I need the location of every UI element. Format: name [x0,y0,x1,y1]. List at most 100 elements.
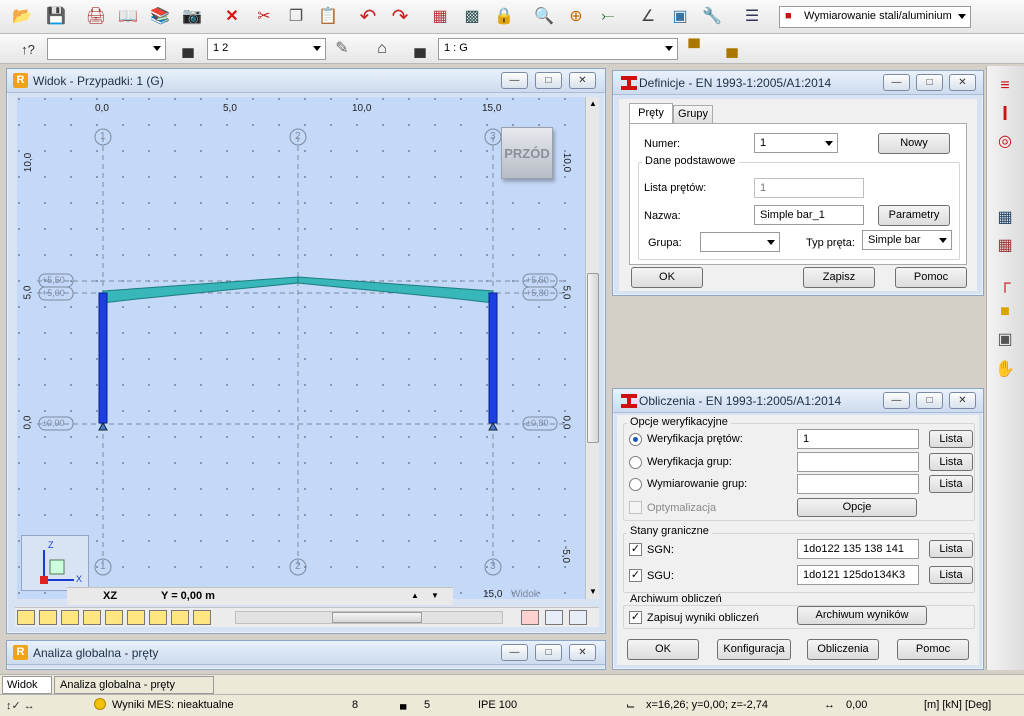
weryfikacja-grup-radio[interactable] [629,456,642,469]
optymalizacja-checkbox[interactable] [629,501,642,514]
minimize-button[interactable]: — [501,72,528,89]
frame-icon[interactable]: ⌂ [370,37,394,61]
results-icon[interactable]: ☰ [740,5,764,29]
display-releases-icon[interactable] [127,610,145,625]
wymiarowanie-grup-radio[interactable] [629,478,642,491]
angle-section-icon[interactable]: ┌ [993,272,1017,296]
box-icon[interactable]: ■ [993,300,1017,324]
zapisz-button[interactable]: Zapisz [803,267,875,288]
screenshot-icon[interactable]: 📷 [180,5,204,29]
weryfikacja-grup-field[interactable] [797,452,919,472]
close-button[interactable]: ✕ [949,74,976,91]
display-loads-icon[interactable] [83,610,101,625]
display-sections-icon[interactable] [61,610,79,625]
load-case-select[interactable]: 1 : G [438,38,678,60]
close-button[interactable]: ✕ [569,644,596,661]
print-preview-icon[interactable]: 📖 [116,5,140,29]
glasses-icon[interactable]: ◎ [993,130,1017,154]
measure-icon[interactable]: ✎ [330,37,354,61]
lista-button-sgu[interactable]: Lista [929,566,973,584]
column-right[interactable] [488,292,498,424]
bars-select[interactable]: 1 2 [207,38,326,60]
display-supports-icon[interactable] [105,610,123,625]
cube-icon[interactable]: ▣ [668,5,692,29]
zapisuj-checkbox[interactable]: ✓ [629,611,642,624]
lista-button-2[interactable]: Lista [929,453,973,471]
axes-icon[interactable]: ⤚ [596,5,620,29]
scroll-up-icon[interactable]: ▲ [586,97,600,111]
zoom-window-icon[interactable]: ⊕ [564,5,588,29]
display-offsets-icon[interactable] [171,610,189,625]
cut-icon[interactable]: ✂ [252,5,276,29]
lista-button-sgn[interactable]: Lista [929,540,973,558]
tab-widok[interactable]: Widok [2,676,52,694]
table-icon[interactable]: ▦ [428,5,452,29]
beam-icon[interactable]: ▀ [682,37,706,61]
tools-icon[interactable]: 🔧 [700,5,724,29]
close-button[interactable]: ✕ [949,392,976,409]
tab-grupy[interactable]: Grupy [673,105,713,124]
undo-icon[interactable]: ↶ [356,5,380,29]
module-select[interactable]: ■ Wymiarowanie stali/aluminium [779,6,971,28]
obliczenia-titlebar[interactable]: Obliczenia - EN 1993-1:2005/A1:2014 — □ … [613,389,983,413]
nazwa-field[interactable]: Simple bar_1 [754,205,864,225]
maximize-button[interactable]: □ [535,72,562,89]
sgu-field[interactable]: 1do121 125do134K3 [797,565,919,585]
archiwum-button[interactable]: Archiwum wyników [797,606,927,625]
vertical-scrollbar[interactable]: ▲ ▼ [585,97,599,599]
display-values-icon[interactable] [193,610,211,625]
paste-icon[interactable]: 📋 [316,5,340,29]
obliczenia-run-button[interactable]: Obliczenia [807,639,879,660]
spin-up-icon[interactable]: ▲ [411,591,419,600]
h-scroll-thumb[interactable] [332,612,422,623]
column-left[interactable] [98,292,108,424]
tab-analiza[interactable]: Analiza globalna - pręty [54,676,214,694]
help-cursor-icon[interactable]: ↑? [16,37,40,61]
tab-prety[interactable]: Pręty [629,103,673,124]
lock-icon[interactable]: 🔒 [492,5,516,29]
minimize-button[interactable]: — [883,392,910,409]
analysis-window-titlebar[interactable]: R Analiza globalna - pręty — □ ✕ [7,641,605,665]
weryfikacja-pretow-field[interactable]: 1 [797,429,919,449]
table-edit-icon[interactable]: ▩ [460,5,484,29]
opcje-button[interactable]: Opcje [797,498,917,517]
status-icons[interactable]: ↕✓ ↔ [6,699,35,712]
table-view-icon[interactable]: ▦ [993,206,1017,230]
print-icon[interactable]: 🖨 [84,5,108,29]
spin-down-icon[interactable]: ▼ [431,591,439,600]
view-cube[interactable]: PRZÓD [501,127,553,179]
horizontal-scrollbar[interactable] [235,611,503,624]
case-icon[interactable]: ▄ [408,37,432,61]
nowy-button[interactable]: Nowy [878,133,950,154]
definicje-ok-button[interactable]: OK [631,267,703,288]
zoom-icon[interactable]: 🔍 [532,5,556,29]
beam-edit-icon[interactable]: ▄ [720,37,744,61]
layers-icon[interactable]: ▣ [993,328,1017,352]
close-button[interactable]: ✕ [569,72,596,89]
view-render-icon[interactable] [569,610,587,625]
lista-pretow-field[interactable]: 1 [754,178,864,198]
view-sections-icon[interactable] [545,610,563,625]
lista-button-3[interactable]: Lista [929,475,973,493]
definicje-titlebar[interactable]: Definicje - EN 1993-1:2005/A1:2014 — □ ✕ [613,71,983,95]
display-panels-icon[interactable] [149,610,167,625]
redo-icon[interactable]: ↷ [388,5,412,29]
i-section-icon[interactable]: I [993,102,1017,126]
view-window-titlebar[interactable]: R Widok - Przypadki: 1 (G) — □ ✕ [7,69,605,93]
delete-icon[interactable]: ✕ [220,5,244,29]
copy-icon[interactable]: ❐ [284,5,308,29]
beam-section-icon[interactable]: ≡ [993,74,1017,98]
maximize-button[interactable]: □ [535,644,562,661]
book-icon[interactable]: 📚 [148,5,172,29]
dimension-icon[interactable]: ∠ [636,5,660,29]
sgn-field[interactable]: 1do122 135 138 141 [797,539,919,559]
parametry-button[interactable]: Parametry [878,205,950,226]
maximize-button[interactable]: □ [916,74,943,91]
display-nodes-icon[interactable] [17,610,35,625]
open-icon[interactable]: 📂 [10,5,34,29]
maximize-button[interactable]: □ [916,392,943,409]
scroll-thumb[interactable] [587,273,599,443]
lista-button-1[interactable]: Lista [929,430,973,448]
konfiguracja-button[interactable]: Konfiguracja [717,639,791,660]
drawing-viewport[interactable]: 0,0 5,0 10,0 15,0 10,0 5,0 0,0 -5,0 10,0… [17,97,585,599]
